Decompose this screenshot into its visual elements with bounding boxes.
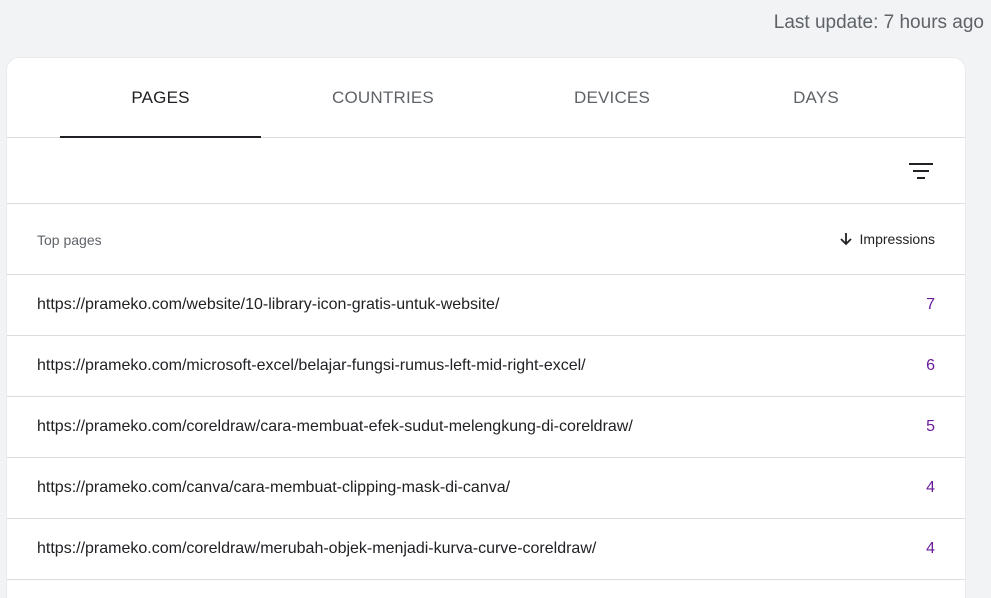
filter-row [7,138,965,204]
last-update-text: Last update: 7 hours ago [773,12,984,33]
report-card: PAGES COUNTRIES DEVICES DAYS Top pages I… [7,58,965,598]
tab-devices[interactable]: DEVICES [512,58,712,138]
page-url: https://prameko.com/canva/cara-membuat-c… [37,479,511,496]
impressions-value: 6 [926,357,935,374]
tab-countries[interactable]: COUNTRIES [283,58,483,138]
table-row[interactable]: https://prameko.com/canva/cara-membuat-c… [7,458,965,519]
tab-days[interactable]: DAYS [716,58,916,138]
table-row[interactable]: https://prameko.com/coreldraw/merubah-ob… [7,519,965,580]
arrow-down-icon [839,233,852,246]
impressions-value: 4 [926,479,935,496]
filter-button[interactable] [905,155,937,187]
tab-pages[interactable]: PAGES [60,58,261,138]
page-url: https://prameko.com/website/10-library-i… [37,296,500,313]
table-row[interactable]: https://prameko.com/coreldraw/cara-membu… [7,397,965,458]
page-url: https://prameko.com/coreldraw/merubah-ob… [37,540,597,557]
table-header: Top pages Impressions [7,204,965,275]
impressions-value: 5 [926,418,935,435]
column-header-top-pages: Top pages [37,232,102,248]
filter-icon [909,163,933,179]
page-url: https://prameko.com/coreldraw/cara-membu… [37,418,633,435]
impressions-value: 7 [926,296,935,313]
table-row[interactable]: https://prameko.com/website/10-library-i… [7,275,965,336]
table-row[interactable]: https://prameko.com/microsoft-excel/bela… [7,336,965,397]
sort-impressions-button[interactable]: Impressions [838,231,935,247]
top-bar: Last update: 7 hours ago [0,0,991,58]
page-url: https://prameko.com/microsoft-excel/bela… [37,357,586,374]
column-header-impressions: Impressions [859,231,935,247]
tab-bar: PAGES COUNTRIES DEVICES DAYS [7,58,965,138]
impressions-value: 4 [926,540,935,557]
